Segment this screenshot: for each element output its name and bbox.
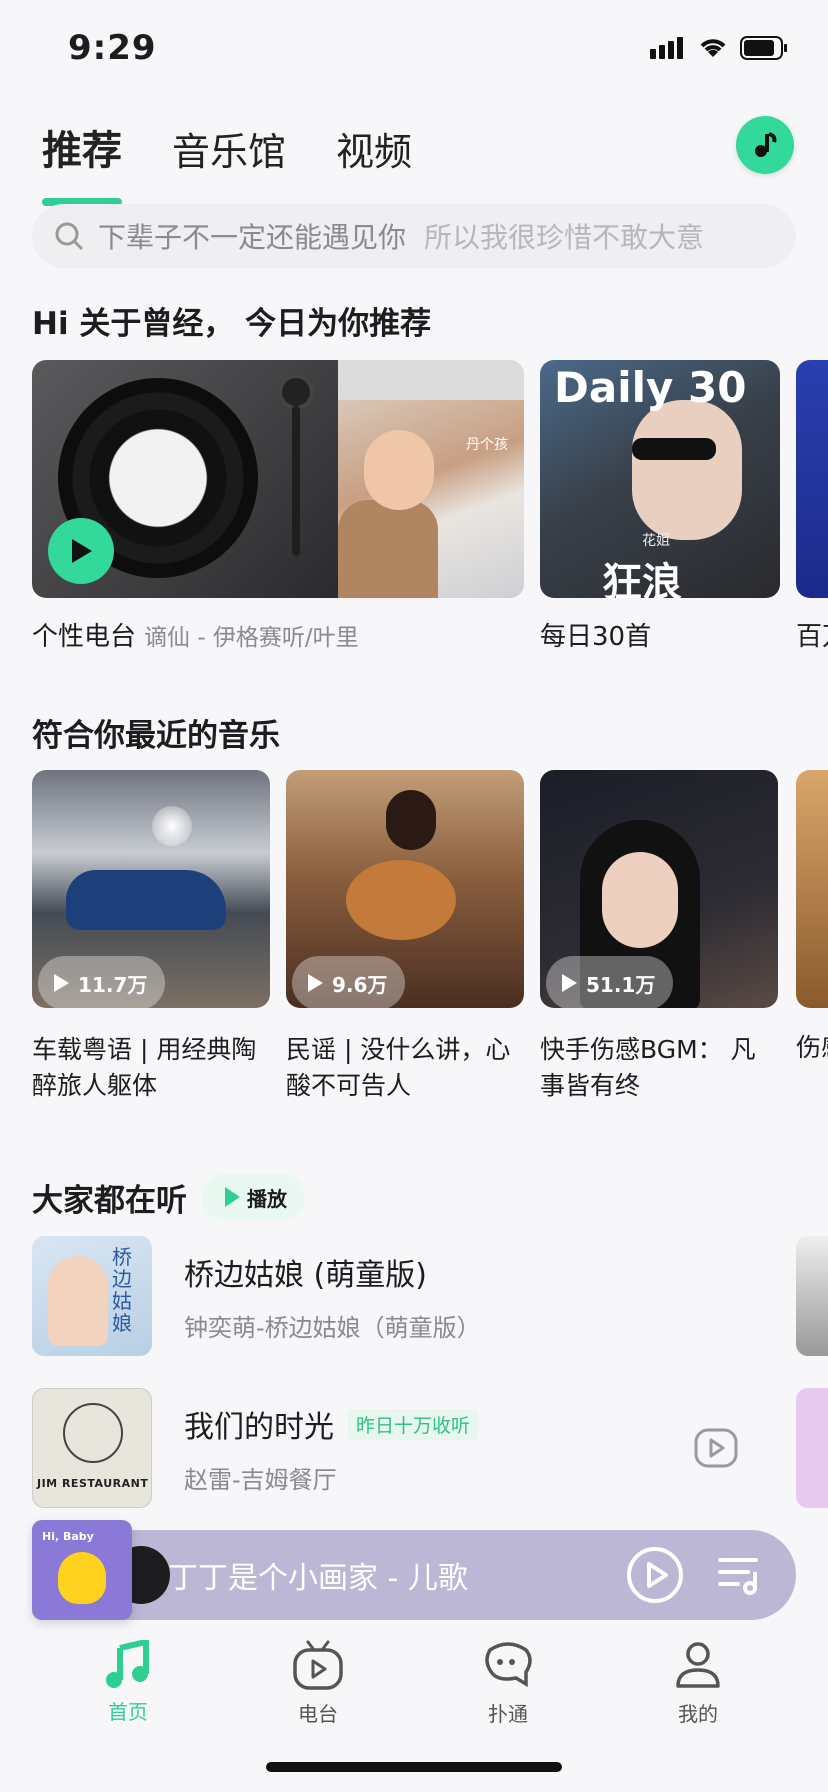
tonearm xyxy=(278,374,314,410)
play-count-badge: 51.1万 xyxy=(546,956,674,1008)
play-icon xyxy=(225,1187,240,1207)
playlist-card[interactable]: 9.6万 民谣 | 没什么讲，心酸不可告人 xyxy=(286,770,524,1104)
side-card-peek[interactable] xyxy=(796,1236,828,1356)
music-note-icon xyxy=(106,1638,149,1688)
playlist-title: 民谣 | 没什么讲，心酸不可告人 xyxy=(286,1035,511,1100)
music-note-icon xyxy=(755,132,777,157)
status-bar: 9:29 xyxy=(0,0,828,100)
battery-icon xyxy=(740,36,787,60)
recent-music-title: 符合你最近的音乐 xyxy=(32,718,280,754)
nav-radio[interactable]: 电台 xyxy=(258,1640,378,1727)
radio-now-playing: 谪仙 - 伊格赛听/叶里 xyxy=(144,625,359,651)
home-indicator[interactable] xyxy=(266,1762,562,1772)
song-thumbnail: 桥边姑娘 xyxy=(32,1236,152,1356)
radio-play-button[interactable] xyxy=(48,518,114,584)
user-icon xyxy=(676,1642,720,1688)
play-icon xyxy=(54,974,69,992)
status-icons xyxy=(650,36,788,60)
daily-cover-text: Daily 30 xyxy=(554,363,747,412)
next-playlist-title: 伤感风， xyxy=(796,1033,828,1062)
song-artist: 赵雷-吉姆餐厅 xyxy=(184,1466,337,1494)
next-playlist-peek[interactable] xyxy=(796,770,828,1008)
playlist-cover: 9.6万 xyxy=(286,770,524,1008)
listen-count-badge: 昨日十万收听 xyxy=(348,1408,479,1440)
daily-artist-text: 狂浪 xyxy=(602,560,682,598)
personal-radio-label[interactable]: 个性电台 谪仙 - 伊格赛听/叶里 xyxy=(32,616,359,653)
playlist-title: 快手伤感BGM： 凡事皆有终 xyxy=(540,1035,756,1100)
search-hint-secondary: 所以我很珍惜不敢大意 xyxy=(424,221,705,254)
play-count-badge: 9.6万 xyxy=(292,956,406,1008)
nav-putong[interactable]: 扑通 xyxy=(448,1640,568,1727)
listening-title: 大家都在听 xyxy=(32,1182,187,1219)
play-icon xyxy=(72,539,92,563)
playlist-card[interactable]: 51.1万 快手伤感BGM： 凡事皆有终 xyxy=(540,770,778,1104)
recommend-title: Hi 关于曾经， 今日为你推荐 xyxy=(32,306,432,342)
now-playing-title: 丁丁是个小画家 - 儿歌 xyxy=(168,1561,468,1596)
song-artist: 钟奕萌-桥边姑娘（萌童版） xyxy=(184,1314,481,1342)
listening-header: 大家都在听 播放 xyxy=(32,1174,305,1220)
playlist-queue-icon[interactable] xyxy=(716,1552,762,1598)
playlist-cover: 11.7万 xyxy=(32,770,270,1008)
play-video-icon[interactable] xyxy=(694,1428,738,1468)
radio-photo-tag: 丹个孩 xyxy=(466,437,508,453)
next-card-label: 百万 xyxy=(796,622,828,652)
nav-home[interactable]: 首页 xyxy=(68,1638,188,1725)
daily-30-card[interactable]: Daily 30 花姐 狂浪 xyxy=(540,360,780,598)
tab-music-hall[interactable]: 音乐馆 xyxy=(172,121,286,176)
daily-30-label[interactable]: 每日30首 xyxy=(540,616,651,653)
playlist-cover: 51.1万 xyxy=(540,770,778,1008)
play-icon xyxy=(308,974,323,992)
play-all-button[interactable]: 播放 xyxy=(201,1174,305,1220)
thumb-text: 桥边姑娘 xyxy=(112,1245,132,1335)
top-tabs: 推荐 音乐馆 视频 xyxy=(42,118,412,206)
personal-radio-card[interactable]: 丹个孩 xyxy=(32,360,524,598)
wifi-icon xyxy=(700,39,726,57)
side-card-peek[interactable] xyxy=(796,1388,828,1508)
chat-face-icon xyxy=(485,1642,532,1688)
radio-photo: 丹个孩 xyxy=(338,400,524,598)
tab-video[interactable]: 视频 xyxy=(336,121,412,176)
search-bar[interactable]: 下辈子不一定还能遇见你 所以我很珍惜不敢大意 xyxy=(32,204,796,268)
search-hint-primary: 下辈子不一定还能遇见你 xyxy=(98,221,407,254)
turntable-image xyxy=(32,360,338,598)
nav-profile[interactable]: 我的 xyxy=(638,1640,758,1727)
play-icon xyxy=(562,974,577,992)
status-time: 9:29 xyxy=(68,28,157,68)
song-row[interactable]: JIM RESTAURANT 我们的时光 昨日十万收听 赵雷-吉姆餐厅 xyxy=(32,1388,792,1508)
chick-mascot xyxy=(58,1552,106,1604)
tab-recommend[interactable]: 推荐 xyxy=(42,118,122,206)
music-note-button[interactable] xyxy=(736,116,794,174)
recommend-row: 丹个孩 个性电台 谪仙 - 伊格赛听/叶里 Daily 30 花姐 狂浪 每日30… xyxy=(32,360,828,652)
player-artwork[interactable]: Hi, Baby xyxy=(32,1520,132,1620)
playlist-title: 车载粤语 | 用经典陶醉旅人躯体 xyxy=(32,1035,257,1100)
playlist-card[interactable]: 11.7万 车载粤语 | 用经典陶醉旅人躯体 xyxy=(32,770,270,1104)
tv-icon xyxy=(293,1640,343,1690)
mini-player[interactable]: Hi, Baby 丁丁是个小画家 - 儿歌 xyxy=(32,1520,796,1620)
play-count-badge: 11.7万 xyxy=(38,956,166,1008)
thumb-text: JIM RESTAURANT xyxy=(37,1477,149,1490)
next-card-peek[interactable] xyxy=(796,360,828,598)
search-icon xyxy=(55,222,84,251)
song-name: 桥边姑娘 (萌童版) xyxy=(184,1258,427,1293)
signal-icon xyxy=(650,37,683,59)
player-play-icon[interactable] xyxy=(626,1546,684,1604)
song-name: 我们的时光 昨日十万收听 xyxy=(184,1402,479,1446)
song-row[interactable]: 桥边姑娘 桥边姑娘 (萌童版) 钟奕萌-桥边姑娘（萌童版） xyxy=(32,1236,792,1356)
song-thumbnail: JIM RESTAURANT xyxy=(32,1388,152,1508)
